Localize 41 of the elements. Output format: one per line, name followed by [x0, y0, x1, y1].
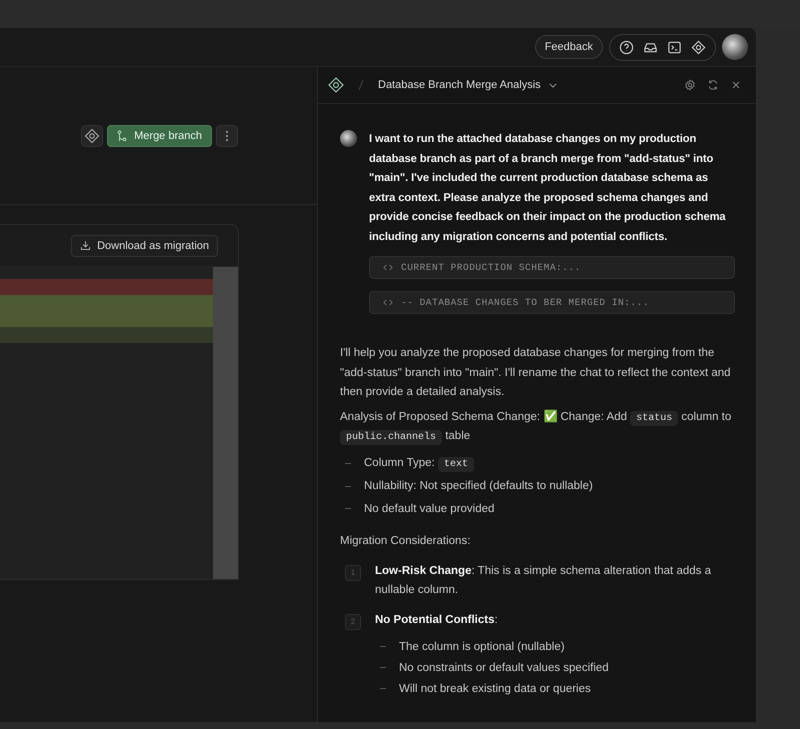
list-dash	[380, 667, 386, 668]
step-number: 2	[345, 614, 361, 630]
branch-icon	[117, 130, 128, 142]
code-icon	[383, 299, 393, 306]
reply-paragraph: Analysis of Proposed Schema Change: ✅ Change: Add status column to public.channels table	[340, 408, 732, 446]
list-item: Low-Risk Change: This is a simple schema alteration that adds a nullable column.	[375, 564, 712, 598]
code-attachment[interactable]: CURRENT PRODUCTION SCHEMA:...	[369, 256, 735, 279]
avatar	[340, 130, 357, 147]
refresh-icon[interactable]	[707, 79, 719, 91]
step-number: 1	[345, 564, 361, 580]
close-icon[interactable]	[730, 79, 742, 91]
list-item: No constraints or default values specified	[399, 662, 609, 674]
help-icon[interactable]	[619, 40, 634, 54]
list-item: Nullability: Not specified (defaults to nullable)	[364, 480, 593, 492]
list-dash	[345, 508, 351, 510]
code-icon	[383, 264, 393, 271]
avatar[interactable]	[722, 34, 748, 60]
reply-paragraph: I'll help you analyze the proposed database changes for merging from the "add-status" branch into "main". I'll rename the chat to reflect the context and then provide a detailed analysis.	[340, 346, 732, 400]
list-dash	[380, 688, 386, 689]
list-item: No default value provided	[364, 502, 494, 515]
terminal-icon[interactable]	[667, 40, 682, 54]
download-button[interactable]: Download as migration	[71, 234, 218, 256]
list-dash	[380, 646, 386, 647]
list-item: The column is optional (nullable)	[399, 640, 565, 652]
breadcrumb-separator	[358, 79, 364, 91]
scrollbar[interactable]	[213, 267, 238, 579]
user-message: I want to run the attached database changes on my production database branch as part of a branch merge from "add-status" into "main". I've included the current production database schema as extra context. Please analyze the proposed schema changes and provide concise feedback on their impact on the production schema including any migration concerns and potential conflicts.	[369, 132, 727, 244]
list-item: Will not break existing data or queries	[399, 682, 591, 694]
section-heading: Migration Considerations:	[340, 534, 472, 549]
list-item: No Potential Conflicts:	[375, 612, 499, 628]
diamond-icon	[328, 77, 344, 93]
download-icon	[80, 240, 92, 251]
merge-branch-button[interactable]: Merge branch	[107, 124, 212, 146]
chat-title-dropdown[interactable]: Database Branch Merge Analysis	[378, 79, 557, 91]
list-dash	[345, 463, 351, 464]
feedback-button[interactable]: Feedback	[534, 35, 603, 59]
code-attachment[interactable]: -- DATABASE CHANGES TO BER MERGED IN:...	[369, 291, 735, 314]
list-item: Column Type: text	[364, 457, 474, 470]
list-dash	[345, 486, 351, 487]
chevron-icon	[548, 82, 557, 88]
settings-icon[interactable]	[684, 79, 696, 91]
